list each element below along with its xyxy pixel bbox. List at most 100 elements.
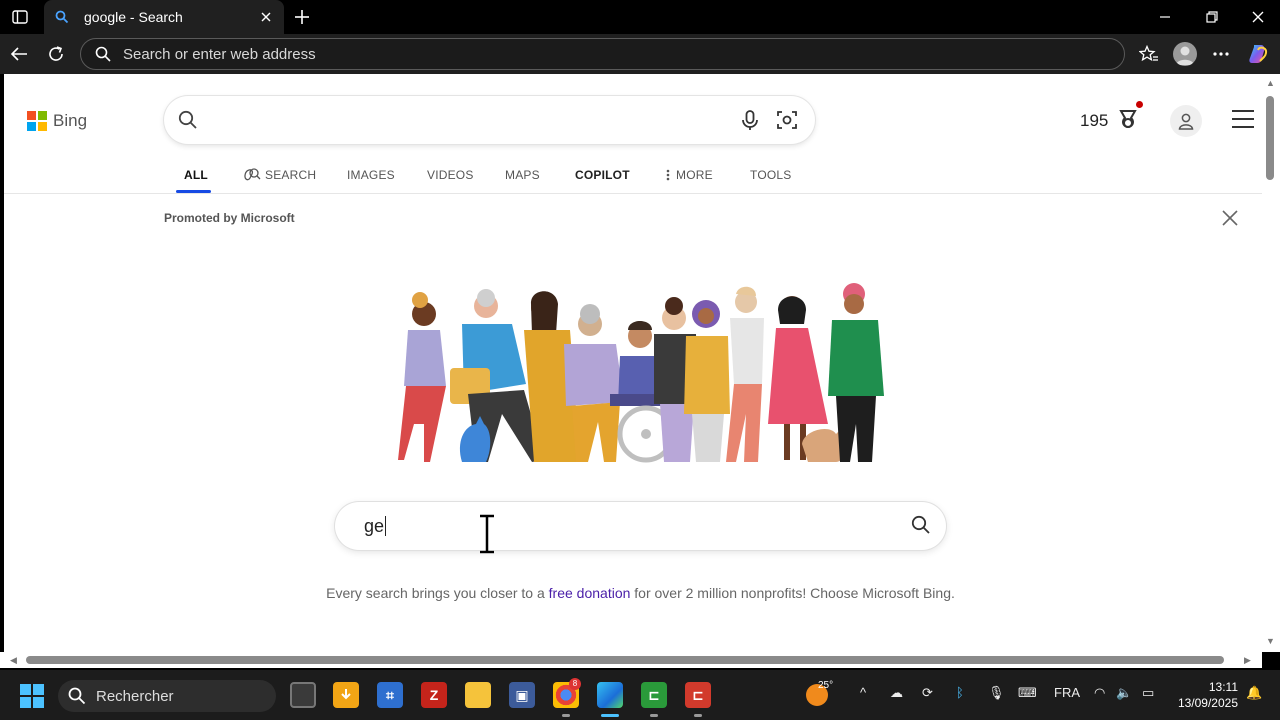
settings-more-button[interactable] <box>1208 42 1234 66</box>
scroll-left-arrow-icon[interactable]: ◀ <box>10 655 17 666</box>
tab-close-icon[interactable] <box>258 9 274 25</box>
tab-all[interactable]: ALL <box>184 166 208 184</box>
green-app-icon[interactable]: ⊏ <box>641 682 667 708</box>
clock-time: 13:11 <box>1208 680 1238 694</box>
main-search-box[interactable]: ge <box>335 502 946 550</box>
tab-copilot-label: COPILOT <box>575 168 630 182</box>
search-icon <box>178 110 197 129</box>
hamburger-menu-icon[interactable] <box>1232 110 1254 130</box>
clock-date: 13/09/2025 <box>1177 696 1238 710</box>
language-indicator[interactable]: FRA <box>1054 685 1080 700</box>
scope-navigation: ALL SEARCH IMAGES VIDEOS MAPS COPILOT MO… <box>4 160 1262 194</box>
microphone-icon[interactable] <box>739 109 761 131</box>
avatar-icon <box>1176 46 1194 65</box>
system-clock[interactable]: 13:11 13/09/2025 <box>1168 679 1238 711</box>
close-window-button[interactable] <box>1246 6 1270 28</box>
search-icon[interactable] <box>911 515 931 535</box>
tab-active[interactable]: google - Search <box>44 0 284 34</box>
tab-search[interactable]: SEARCH <box>243 166 316 184</box>
address-bar[interactable]: Search or enter web address <box>80 38 1125 70</box>
browser-titlebar: google - Search <box>0 0 1280 34</box>
restore-icon <box>1206 11 1218 23</box>
tab-search-label: SEARCH <box>265 168 317 182</box>
tab-actions-button[interactable] <box>8 6 32 28</box>
user-icon <box>1178 113 1194 130</box>
tab-more[interactable]: MORE <box>666 166 713 184</box>
chrome-running-indicator <box>562 714 570 717</box>
visual-studio-icon[interactable]: ⌗ <box>377 682 403 708</box>
minimize-icon <box>1160 16 1170 18</box>
rewards-trophy-icon[interactable] <box>1116 108 1140 132</box>
tab-tools[interactable]: TOOLS <box>750 166 791 184</box>
new-tab-button[interactable] <box>290 5 314 29</box>
header-search-box[interactable] <box>164 96 815 144</box>
microphone-icon[interactable]: 🎙 <box>988 685 1005 701</box>
free-donation-link[interactable]: free donation <box>549 585 631 601</box>
close-icon[interactable] <box>1220 208 1240 228</box>
tab-maps[interactable]: MAPS <box>505 166 540 184</box>
file-explorer-icon[interactable] <box>465 682 491 708</box>
vertical-scrollbar[interactable]: ▲ ▼ <box>1262 74 1280 652</box>
tab-title: google - Search <box>84 9 183 25</box>
account-button[interactable] <box>1170 105 1202 137</box>
rewards-points[interactable]: 195 <box>1080 111 1108 131</box>
taskbar-search[interactable]: Rechercher <box>58 680 276 712</box>
notification-dot <box>1136 101 1143 108</box>
plus-icon <box>295 10 309 24</box>
bing-logo[interactable]: Bing <box>27 111 87 131</box>
bluetooth-icon[interactable]: ᛒ <box>956 685 964 700</box>
tab-videos[interactable]: VIDEOS <box>427 166 474 184</box>
vertical-scroll-thumb[interactable] <box>1266 96 1274 180</box>
network-app-icon[interactable]: ▣ <box>509 682 535 708</box>
onedrive-cloud-icon[interactable]: ☁ <box>890 685 903 701</box>
tagline-text-2: for over 2 million nonprofits! Choose Mi… <box>630 585 955 601</box>
scroll-down-arrow-icon[interactable]: ▼ <box>1266 636 1275 646</box>
battery-icon[interactable]: ▭ <box>1142 685 1154 701</box>
scroll-right-arrow-icon[interactable]: ▶ <box>1244 655 1251 666</box>
volume-icon[interactable]: 🔈 <box>1116 685 1132 701</box>
red-app-icon[interactable]: ⊏ <box>685 682 711 708</box>
wifi-icon[interactable]: ◠ <box>1094 685 1105 701</box>
text-cursor-icon <box>480 514 494 554</box>
scroll-up-arrow-icon[interactable]: ▲ <box>1266 78 1275 88</box>
task-view-icon[interactable] <box>290 682 316 708</box>
tab-images-label: IMAGES <box>347 168 395 182</box>
restore-button[interactable] <box>1200 6 1224 28</box>
horizontal-scrollbar[interactable]: ◀ ▶ <box>0 652 1262 668</box>
search-query-text[interactable]: ge <box>364 516 387 536</box>
start-button[interactable] <box>20 684 44 708</box>
copilot-button[interactable] <box>1245 42 1271 66</box>
download-manager-icon[interactable] <box>333 682 359 708</box>
windows-taskbar: Rechercher ⌗ Z ▣ 8 ⊏ ⊏ 25° ^ ☁ ⟳ ᛒ 🎙 ⌨ F… <box>0 670 1280 720</box>
star-list-icon <box>1139 45 1158 62</box>
minimize-button[interactable] <box>1153 6 1177 28</box>
address-placeholder: Search or enter web address <box>123 45 316 63</box>
promo-label: Promoted by Microsoft <box>164 211 295 225</box>
show-hidden-icons-chevron-icon[interactable]: ^ <box>860 685 866 700</box>
close-icon <box>1252 11 1264 23</box>
donation-tagline: Every search brings you closer to a free… <box>4 585 1262 601</box>
favorites-button[interactable] <box>1136 42 1162 66</box>
people-illustration <box>398 283 884 463</box>
copilot-search-icon <box>244 168 261 181</box>
search-favicon-icon <box>54 9 70 25</box>
search-icon <box>95 46 111 62</box>
edge-icon[interactable] <box>597 682 623 708</box>
green-app-running-indicator <box>650 714 658 717</box>
sync-icon[interactable]: ⟳ <box>922 685 933 701</box>
filezilla-icon[interactable]: Z <box>421 682 447 708</box>
weather-temperature: 25° <box>818 680 834 691</box>
bing-page: Bing 195 ALL SEARCH IMAGES VIDEOS MAPS C… <box>4 74 1262 652</box>
vertical-ellipsis-icon <box>666 169 670 181</box>
horizontal-scroll-thumb[interactable] <box>26 656 1224 664</box>
refresh-button[interactable] <box>43 42 69 66</box>
tab-copilot[interactable]: COPILOT <box>575 166 630 184</box>
profile-button[interactable] <box>1173 42 1197 66</box>
copilot-icon <box>1249 45 1268 63</box>
tab-more-label: MORE <box>676 168 713 182</box>
notifications-icon[interactable]: 🔔 <box>1246 685 1262 701</box>
tab-images[interactable]: IMAGES <box>347 166 395 184</box>
back-button[interactable] <box>6 42 32 66</box>
keyboard-icon[interactable]: ⌨ <box>1018 685 1037 701</box>
visual-search-icon[interactable] <box>776 109 798 131</box>
